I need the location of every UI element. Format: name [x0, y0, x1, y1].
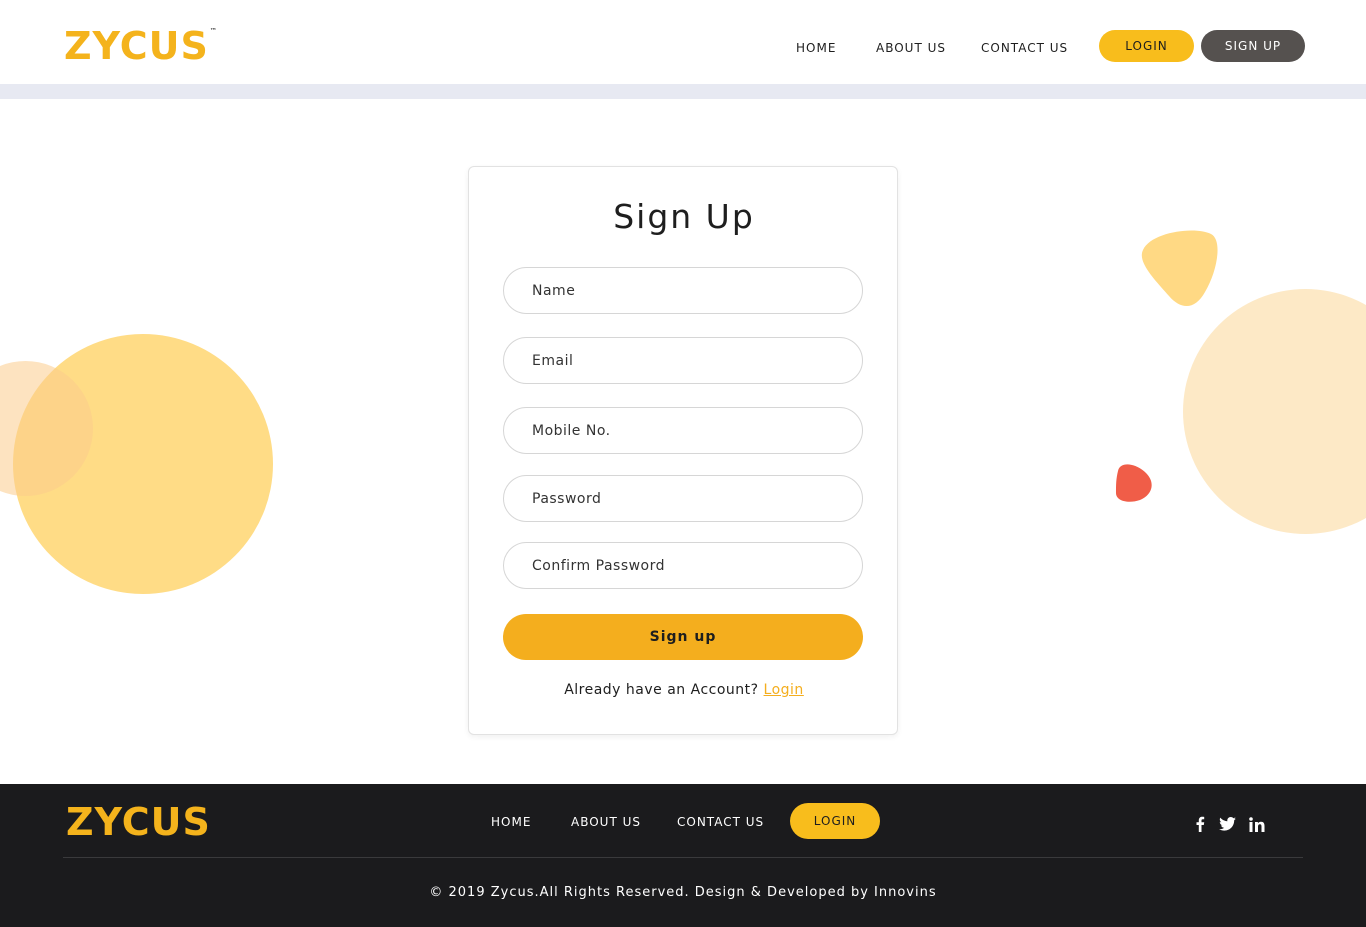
- signup-submit-button[interactable]: Sign up: [503, 614, 863, 660]
- trademark-symbol: ™: [209, 27, 217, 35]
- twitter-icon[interactable]: [1218, 815, 1236, 833]
- zycus-logo[interactable]: ZYCUS ™: [64, 26, 217, 66]
- confirm-password-input[interactable]: [503, 542, 863, 589]
- facebook-icon[interactable]: [1191, 815, 1209, 833]
- header-divider-strip: [0, 84, 1366, 99]
- copyright-text: © 2019 Zycus.All Rights Reserved. Design…: [429, 885, 937, 900]
- footer-nav-about-us[interactable]: ABOUT US: [571, 815, 641, 829]
- footer-logo-text: ZYCUS: [66, 800, 211, 844]
- footer-login-button[interactable]: LOGIN: [790, 803, 880, 839]
- mobile-input[interactable]: [503, 407, 863, 454]
- logo-text: ZYCUS: [64, 24, 209, 68]
- password-input[interactable]: [503, 475, 863, 522]
- login-button[interactable]: LOGIN: [1099, 30, 1194, 62]
- footer: ZYCUS HOME ABOUT US CONTACT US LOGIN © 2…: [0, 784, 1366, 927]
- decorative-pick-yellow: [1141, 230, 1218, 307]
- footer-nav-home[interactable]: HOME: [491, 815, 531, 829]
- footer-zycus-logo[interactable]: ZYCUS: [66, 802, 211, 842]
- header: ZYCUS ™ HOME ABOUT US CONTACT US LOGIN S…: [0, 0, 1366, 84]
- linkedin-icon[interactable]: [1248, 815, 1266, 833]
- already-account-text: Already have an Account?: [564, 682, 759, 698]
- already-account-row: Already have an Account? Login: [469, 682, 899, 698]
- footer-nav-contact-us[interactable]: CONTACT US: [677, 815, 764, 829]
- signup-card: Sign Up Sign up Already have an Account?…: [468, 166, 898, 735]
- login-link[interactable]: Login: [764, 682, 804, 698]
- nav-contact-us[interactable]: CONTACT US: [981, 41, 1068, 55]
- signup-button[interactable]: SIGN UP: [1201, 30, 1305, 62]
- decorative-circle-right: [1183, 289, 1366, 534]
- email-input[interactable]: [503, 337, 863, 384]
- decorative-pick-red: [1116, 464, 1152, 502]
- footer-divider: [63, 857, 1303, 858]
- nav-home[interactable]: HOME: [796, 41, 836, 55]
- name-input[interactable]: [503, 267, 863, 314]
- nav-about-us[interactable]: ABOUT US: [876, 41, 946, 55]
- page-title: Sign Up: [613, 197, 755, 236]
